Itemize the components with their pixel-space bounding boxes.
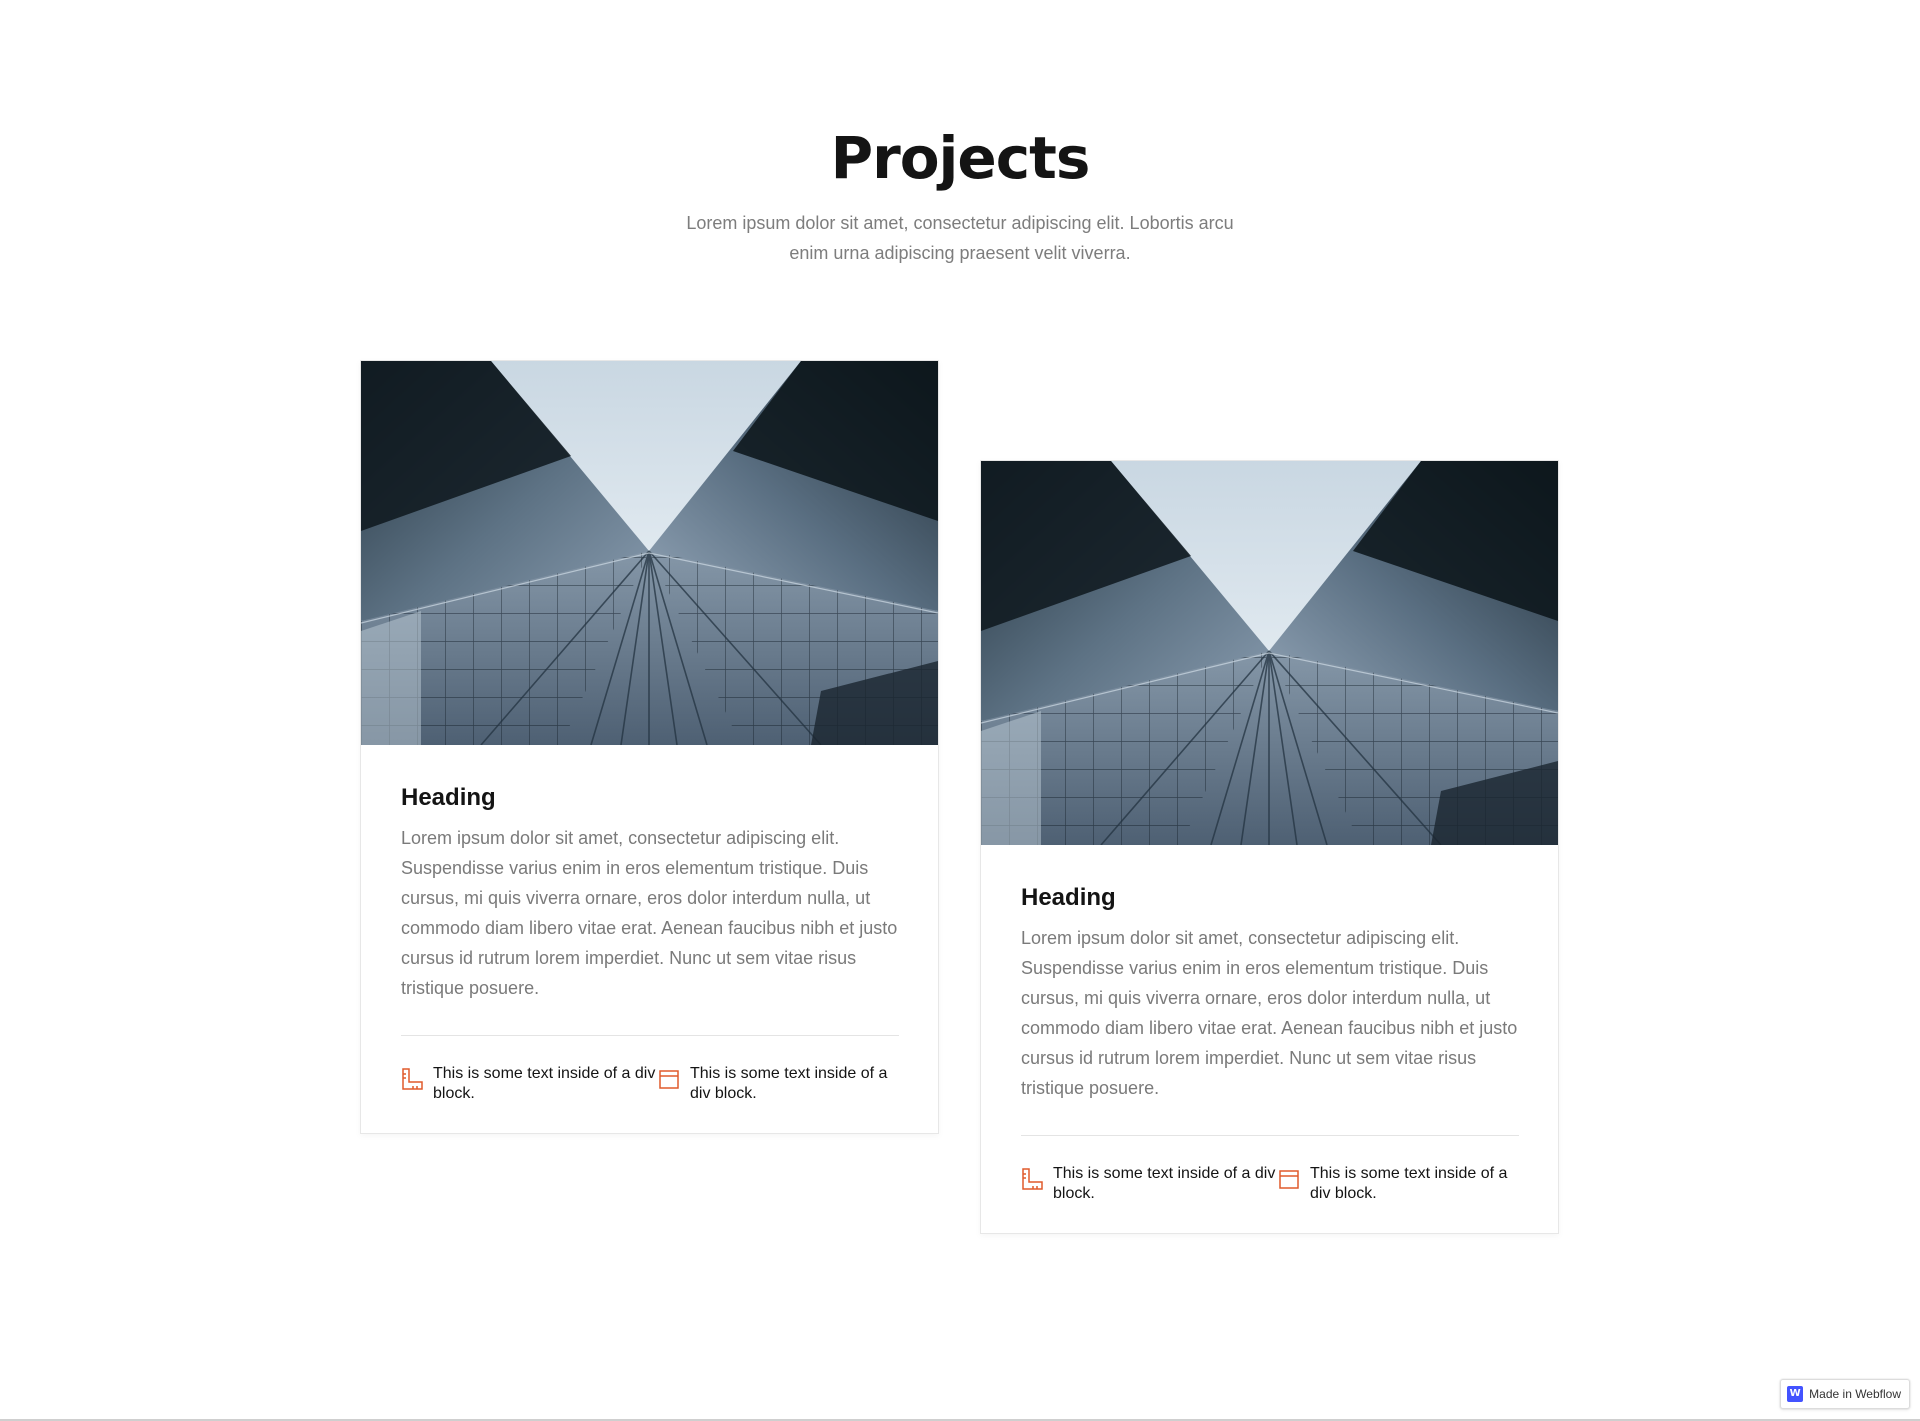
page-subtitle: Lorem ipsum dolor sit amet, consectetur … bbox=[686, 213, 1234, 263]
ruler-icon bbox=[1022, 1168, 1043, 1190]
feature-text: This is some text inside of a div block. bbox=[1310, 1165, 1508, 1202]
feature-text: This is some text inside of a div block. bbox=[1053, 1165, 1276, 1202]
page-title: Projects bbox=[830, 124, 1091, 192]
page-header: Projects Lorem ipsum dolor sit amet, con… bbox=[0, 118, 1920, 268]
made-in-webflow-badge[interactable]: W Made in Webflow bbox=[1780, 1379, 1910, 1409]
feature-item: This is some text inside of a div block. bbox=[401, 1064, 658, 1104]
card-features: This is some text inside of a div block.… bbox=[401, 1064, 899, 1104]
calendar-icon bbox=[1279, 1170, 1299, 1189]
card-heading: Heading bbox=[401, 784, 496, 811]
project-card[interactable]: Heading Lorem ipsum dolor sit amet, cons… bbox=[980, 460, 1559, 1234]
card-divider bbox=[401, 1035, 899, 1036]
card-divider bbox=[1021, 1135, 1519, 1136]
card-body: Heading Lorem ipsum dolor sit amet, cons… bbox=[401, 781, 899, 1104]
building-image bbox=[361, 361, 938, 745]
card-body: Heading Lorem ipsum dolor sit amet, cons… bbox=[1021, 881, 1519, 1204]
feature-item: This is some text inside of a div block. bbox=[1021, 1164, 1278, 1204]
building-image bbox=[981, 461, 1558, 845]
feature-item: This is some text inside of a div block. bbox=[1278, 1164, 1519, 1204]
card-heading: Heading bbox=[1021, 884, 1116, 911]
feature-text: This is some text inside of a div block. bbox=[433, 1065, 656, 1102]
calendar-icon bbox=[659, 1070, 679, 1089]
card-description: Lorem ipsum dolor sit amet, consectetur … bbox=[401, 828, 898, 998]
badge-label: Made in Webflow bbox=[1809, 1387, 1901, 1401]
project-card[interactable]: Heading Lorem ipsum dolor sit amet, cons… bbox=[360, 360, 939, 1134]
card-features: This is some text inside of a div block.… bbox=[1021, 1164, 1519, 1204]
feature-text: This is some text inside of a div block. bbox=[690, 1065, 888, 1102]
webflow-logo-icon: W bbox=[1787, 1386, 1804, 1402]
feature-item: This is some text inside of a div block. bbox=[658, 1064, 899, 1104]
ruler-icon bbox=[402, 1068, 423, 1090]
card-description: Lorem ipsum dolor sit amet, consectetur … bbox=[1021, 928, 1518, 1098]
